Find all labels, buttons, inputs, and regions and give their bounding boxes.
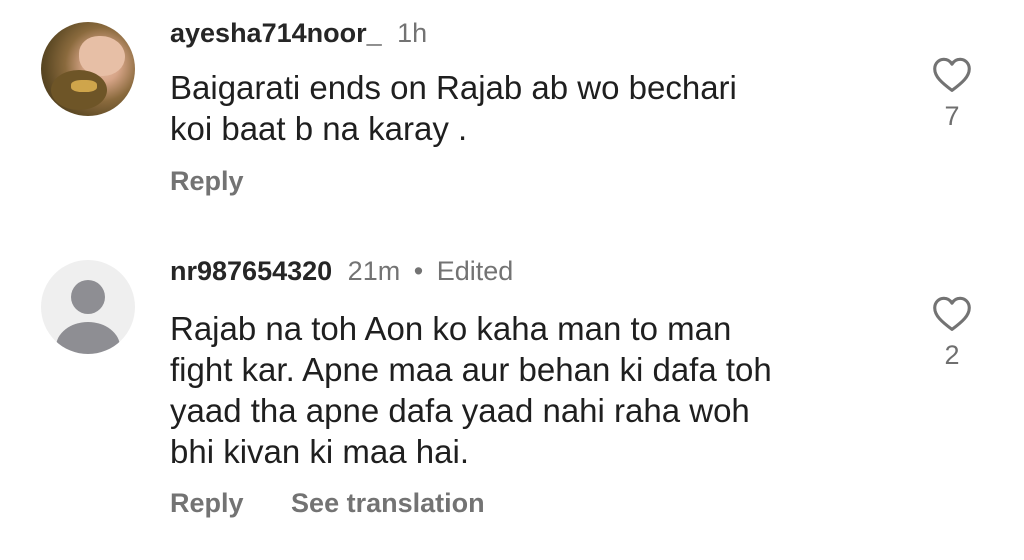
comment-line: Rajab na toh Aon ko kaha man to man bbox=[170, 310, 732, 347]
like-count: 2 bbox=[944, 340, 960, 370]
comment-line: bhi kivan ki maa hai. bbox=[170, 433, 469, 470]
timestamp: 21m bbox=[347, 256, 401, 286]
reply-button[interactable]: Reply bbox=[170, 486, 244, 520]
comment-line: yaad tha apne dafa yaad nahi raha woh bbox=[170, 392, 750, 429]
comment-line: fight kar. Apne maa aur behan ki dafa to… bbox=[170, 351, 772, 388]
edited-label: Edited bbox=[436, 256, 514, 286]
person-silhouette-icon bbox=[71, 280, 105, 314]
comment-header: nr987654320 21m • Edited bbox=[170, 254, 513, 288]
comment-text: Rajab na toh Aon ko kaha man to man figh… bbox=[170, 308, 772, 472]
heart-outline-icon[interactable] bbox=[922, 294, 982, 332]
like-control: 2 bbox=[922, 294, 982, 370]
comment-2: nr987654320 21m • Edited Rajab na toh Ao… bbox=[0, 0, 1024, 560]
separator-dot: • bbox=[413, 256, 424, 286]
see-translation-button[interactable]: See translation bbox=[291, 486, 485, 520]
comment-actions: Reply See translation bbox=[170, 486, 485, 520]
avatar[interactable] bbox=[41, 260, 135, 354]
username[interactable]: nr987654320 bbox=[170, 256, 332, 286]
person-silhouette-body bbox=[56, 322, 120, 354]
